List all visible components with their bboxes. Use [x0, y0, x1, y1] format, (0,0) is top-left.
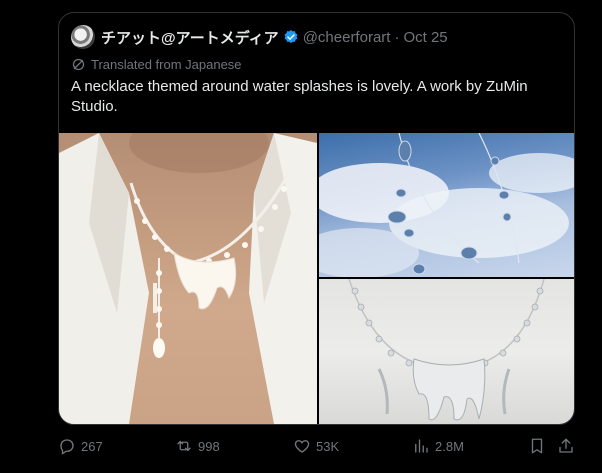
verified-badge-icon: [284, 30, 298, 44]
author-handle[interactable]: @cheerforart: [303, 29, 391, 46]
repost-count: 998: [198, 438, 220, 454]
post-actions: 267 998 53K 2.8M: [58, 434, 576, 458]
post-text: A necklace themed around water splashes …: [71, 78, 528, 115]
reply-count: 267: [81, 438, 103, 454]
media-grid: [59, 133, 574, 424]
bookmark-button[interactable]: [528, 434, 546, 458]
photo-necklace-worn[interactable]: [59, 133, 317, 424]
avatar[interactable]: [71, 25, 95, 49]
post-date[interactable]: Oct 25: [403, 29, 447, 46]
bookmark-icon: [531, 438, 543, 454]
translation-label: Translated from Japanese: [91, 57, 242, 72]
translate-icon: [72, 58, 85, 71]
reply-icon: [60, 439, 74, 455]
photo-necklace-sky[interactable]: [319, 133, 574, 277]
repost-button[interactable]: 998: [175, 434, 220, 458]
post-card[interactable]: チアット@アートメディア @cheerforart · Oct 25 Trans…: [58, 12, 575, 425]
analytics-icon: [415, 439, 428, 453]
views-button[interactable]: 2.8M: [412, 434, 464, 458]
repost-icon: [177, 440, 191, 452]
share-button[interactable]: [557, 434, 575, 458]
post-header: チアット@アートメディア @cheerforart · Oct 25: [71, 25, 562, 49]
heart-icon: [294, 440, 310, 453]
like-count: 53K: [316, 438, 340, 454]
separator: ·: [394, 28, 400, 46]
like-button[interactable]: 53K: [293, 434, 339, 458]
photo-necklace-white[interactable]: [319, 279, 574, 424]
views-count: 2.8M: [435, 438, 464, 454]
reply-button[interactable]: 267: [58, 434, 103, 458]
author-name[interactable]: チアット@アートメディア: [101, 27, 279, 48]
translation-notice[interactable]: Translated from Japanese: [71, 57, 242, 72]
share-icon: [559, 438, 573, 453]
